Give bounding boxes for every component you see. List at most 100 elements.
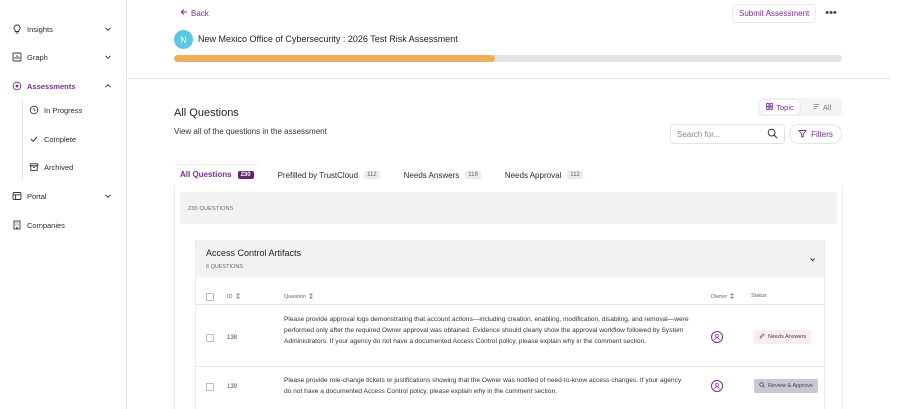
back-link[interactable]: Back (180, 8, 209, 18)
portal-icon (12, 191, 22, 201)
sidebar-item-assessments[interactable]: Assessments (0, 75, 126, 97)
sidebar-item-label: Portal (27, 191, 47, 201)
tab-needs-answers[interactable]: Needs Answers 118 (398, 165, 487, 185)
assessments-icon (12, 81, 22, 91)
avatar: N (174, 30, 193, 49)
check-icon (29, 134, 39, 144)
tab-needs-approval[interactable]: Needs Approval 112 (499, 165, 589, 185)
filters-button[interactable]: Filters (789, 124, 842, 144)
sidebar-item-graph[interactable]: Graph (0, 46, 126, 68)
sidebar-item-insights[interactable]: Insights (0, 18, 126, 40)
column-id[interactable]: ID (227, 293, 241, 301)
tab-label: Needs Approval (504, 170, 562, 180)
questions-panel: 230 QUESTIONS Access Control Artifacts 6… (174, 186, 843, 409)
sidebar-item-label: Companies (27, 220, 65, 230)
questions-count-bar: 230 QUESTIONS (180, 192, 837, 224)
list-icon (813, 103, 820, 112)
main-content: Back Submit Assessment ••• N New Mexico … (127, 0, 900, 409)
search-icon[interactable] (767, 128, 778, 141)
chart-icon (12, 52, 22, 62)
building-icon (12, 220, 22, 230)
tab-count: 112 (364, 171, 380, 179)
progress-bar (174, 55, 842, 62)
toggle-all-label: All (822, 102, 832, 112)
sidebar-subitem-label: In Progress (44, 105, 83, 115)
owner-avatar-icon[interactable] (711, 331, 723, 343)
checkbox-box (206, 293, 214, 301)
chevron-down-icon (104, 192, 112, 200)
more-options-icon[interactable]: ••• (824, 6, 838, 20)
status-badge[interactable]: Needs Answers (754, 330, 812, 344)
checkbox-box (206, 334, 214, 342)
submit-assessment-button[interactable]: Submit Assessment (732, 4, 817, 23)
sidebar-subitem-label: Archived (44, 162, 74, 172)
header-divider (127, 78, 890, 79)
lightbulb-icon (12, 24, 22, 34)
table-header: ID Question Owner Status (196, 289, 824, 305)
search-icon (759, 382, 765, 390)
sort-icon (729, 293, 735, 301)
row-question: Please provide approval logs demonstrati… (284, 316, 689, 345)
owner-avatar-icon[interactable] (711, 380, 723, 392)
question-tabs: All Questions 230 Prefilled by TrustClou… (174, 165, 601, 185)
question-group: Access Control Artifacts 6 QUESTIONS ID … (195, 240, 825, 409)
column-label: Status (751, 293, 767, 299)
sort-icon (308, 293, 314, 301)
tab-label: Needs Answers (403, 170, 460, 180)
sidebar-subitem-archived[interactable]: Archived (29, 157, 125, 177)
subnav-guide-line (22, 100, 23, 180)
table-row[interactable]: 138 Please provide approval logs demonst… (196, 307, 824, 367)
group-header[interactable]: Access Control Artifacts 6 QUESTIONS (196, 241, 824, 277)
toggle-topic-label: Topic (776, 102, 794, 112)
group-title: Access Control Artifacts (206, 248, 302, 258)
search-placeholder: Search for... (677, 129, 721, 139)
column-status: Status (751, 293, 767, 299)
arrow-left-icon (180, 8, 188, 18)
toggle-all[interactable]: All (802, 98, 842, 116)
sidebar-item-label: Assessments (27, 81, 76, 91)
tab-count: 112 (567, 171, 583, 179)
status-badge[interactable]: Review & Approve (754, 379, 818, 393)
tab-all-questions[interactable]: All Questions 230 (174, 165, 260, 185)
pencil-icon (759, 333, 765, 341)
select-all-checkbox[interactable] (206, 293, 214, 301)
sidebar-subitem-complete[interactable]: Complete (29, 129, 125, 149)
search-input[interactable]: Search for... (670, 124, 785, 144)
sidebar-item-label: Insights (27, 24, 53, 34)
row-question: Please provide role-change tickets or ju… (284, 377, 682, 395)
row-checkbox[interactable] (206, 334, 214, 342)
section-title: All Questions (174, 107, 239, 119)
row-id: 138 (227, 335, 238, 341)
sidebar-item-companies[interactable]: Companies (0, 214, 126, 236)
chevron-down-icon (104, 53, 112, 61)
sidebar-subitem-label: Complete (44, 134, 77, 144)
sort-icon (235, 293, 241, 301)
sidebar-subitem-in-progress[interactable]: In Progress (29, 100, 125, 120)
view-toggle: Topic All (758, 98, 842, 116)
grid-icon (766, 102, 774, 112)
status-label: Review & Approve (768, 383, 813, 389)
back-label: Back (191, 8, 209, 18)
chevron-up-icon (104, 82, 112, 90)
column-owner[interactable]: Owner (711, 293, 735, 301)
sidebar-item-label: Graph (27, 52, 48, 62)
table-row[interactable]: 139 Please provide role-change tickets o… (196, 368, 824, 409)
tab-label: Prefilled by TrustCloud (277, 170, 359, 180)
tab-count: 230 (237, 170, 254, 179)
group-subtitle: 6 QUESTIONS (206, 264, 243, 270)
column-label: Owner (711, 294, 728, 300)
status-label: Needs Answers (768, 334, 807, 340)
checkbox-box (206, 383, 214, 391)
progress-bar-fill (174, 55, 495, 62)
chevron-down-icon (104, 25, 112, 33)
filter-icon (798, 129, 808, 140)
tab-prefilled[interactable]: Prefilled by TrustCloud 112 (272, 165, 386, 185)
sidebar-item-portal[interactable]: Portal (0, 185, 126, 207)
toggle-topic[interactable]: Topic (760, 100, 800, 114)
row-checkbox[interactable] (206, 383, 214, 391)
filters-label: Filters (811, 129, 833, 139)
column-question[interactable]: Question (284, 293, 314, 301)
archive-icon (29, 162, 39, 172)
tab-label: All Questions (180, 170, 232, 179)
chevron-down-icon[interactable] (808, 255, 816, 263)
